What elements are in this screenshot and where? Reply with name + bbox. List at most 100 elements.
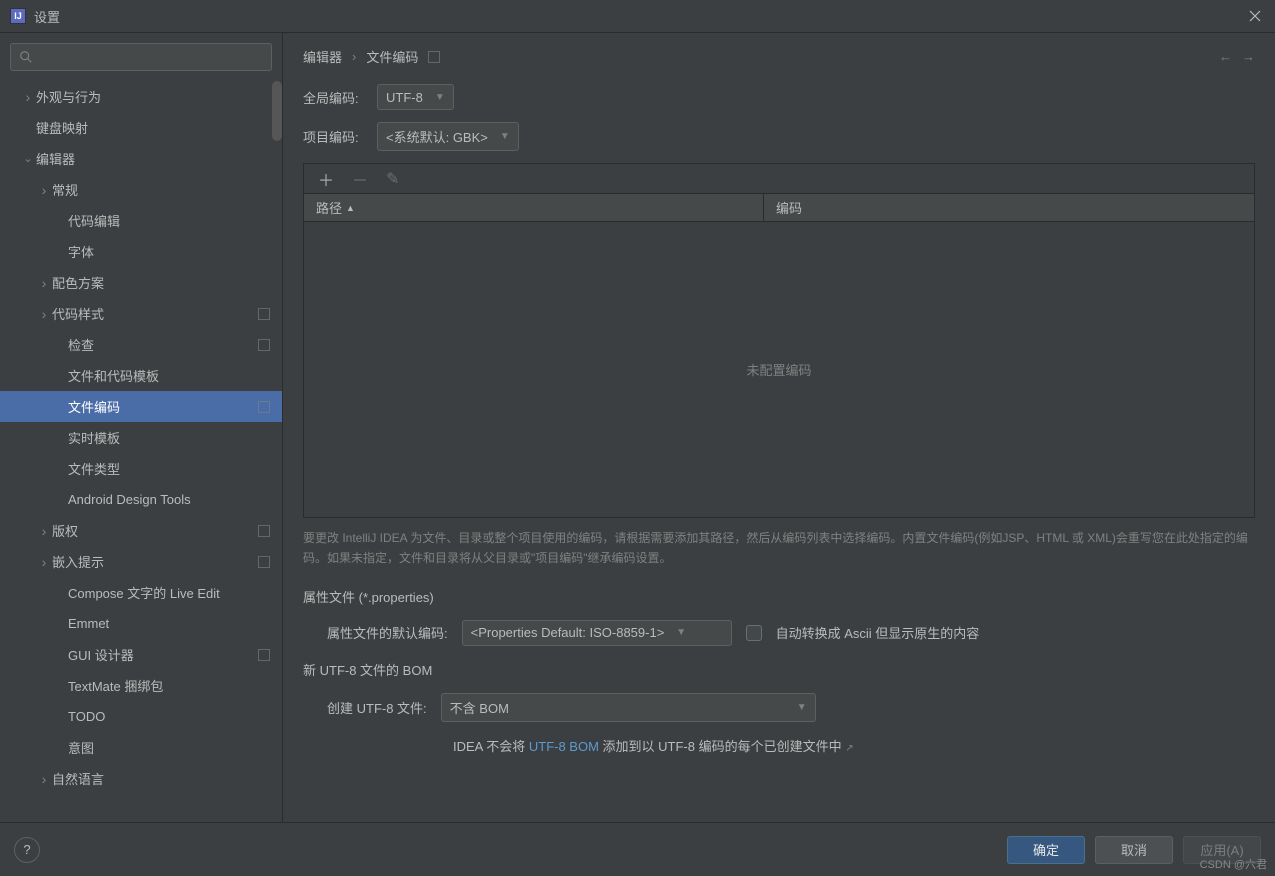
sidebar-item-label: 外观与行为	[36, 87, 101, 106]
help-button[interactable]: ?	[14, 837, 40, 863]
sort-asc-icon: ▲	[346, 203, 355, 213]
sidebar-item[interactable]: 文件编码	[0, 391, 282, 422]
bom-create-label: 创建 UTF-8 文件:	[327, 698, 427, 717]
chevron-icon	[36, 306, 52, 322]
content-panel: 编辑器 › 文件编码 ← → 全局编码: UTF-8 ▼ 项目编码: <系统默认…	[283, 33, 1275, 822]
chevron-right-icon: ›	[352, 49, 356, 64]
project-encoding-value: <系统默认: GBK>	[386, 127, 488, 146]
sidebar-item[interactable]: 代码样式	[0, 298, 282, 329]
sidebar-item-label: 文件类型	[68, 459, 120, 478]
sidebar-item-label: 嵌入提示	[52, 552, 104, 571]
project-scope-icon	[258, 308, 270, 320]
nav-forward-button[interactable]: →	[1242, 49, 1255, 64]
remove-button[interactable]: －	[352, 167, 368, 191]
breadcrumb: 编辑器 › 文件编码 ← →	[303, 47, 1255, 66]
external-link-icon: ↗	[845, 743, 853, 754]
sidebar-item[interactable]: Android Design Tools	[0, 484, 282, 515]
sidebar-item[interactable]: 配色方案	[0, 267, 282, 298]
project-encoding-combo[interactable]: <系统默认: GBK> ▼	[377, 122, 519, 151]
titlebar: IJ 设置	[0, 0, 1275, 32]
sidebar-item-label: Compose 文字的 Live Edit	[68, 583, 220, 602]
close-icon	[1249, 10, 1261, 22]
sidebar-item-label: TODO	[68, 709, 105, 724]
chevron-icon	[36, 275, 52, 291]
project-scope-icon	[258, 339, 270, 351]
chevron-icon	[20, 89, 36, 105]
project-encoding-label: 项目编码:	[303, 127, 363, 146]
chevron-icon	[36, 182, 52, 198]
encoding-table: ＋ － ✎ 路径 ▲ 编码 未配置编码	[303, 163, 1255, 518]
sidebar-item-label: Android Design Tools	[68, 492, 191, 507]
sidebar-item[interactable]: 文件和代码模板	[0, 360, 282, 391]
search-input[interactable]	[10, 43, 272, 71]
utf8-bom-link[interactable]: UTF-8 BOM	[529, 739, 599, 754]
breadcrumb-leaf: 文件编码	[366, 47, 418, 66]
sidebar-item-label: 键盘映射	[36, 118, 88, 137]
sidebar-item[interactable]: 外观与行为	[0, 81, 282, 112]
sidebar-item-label: 意图	[68, 738, 94, 757]
chevron-icon	[20, 152, 36, 165]
chevron-down-icon: ▼	[435, 92, 445, 103]
sidebar-item[interactable]: GUI 设计器	[0, 639, 282, 670]
sidebar-item-label: 自然语言	[52, 769, 104, 788]
sidebar-item-label: 实时模板	[68, 428, 120, 447]
close-button[interactable]	[1245, 6, 1265, 26]
sidebar-item[interactable]: 自然语言	[0, 763, 282, 794]
bom-hint: IDEA 不会将 UTF-8 BOM 添加到以 UTF-8 编码的每个已创建文件…	[453, 736, 854, 755]
app-icon: IJ	[10, 8, 26, 24]
breadcrumb-root[interactable]: 编辑器	[303, 47, 342, 66]
sidebar-item-label: 文件编码	[68, 397, 120, 416]
properties-section-title: 属性文件 (*.properties)	[303, 587, 1255, 606]
watermark: CSDN @六君	[1200, 856, 1267, 872]
settings-tree[interactable]: 外观与行为键盘映射编辑器常规代码编辑字体配色方案代码样式检查文件和代码模板文件编…	[0, 81, 282, 822]
sidebar: 外观与行为键盘映射编辑器常规代码编辑字体配色方案代码样式检查文件和代码模板文件编…	[0, 33, 283, 822]
global-encoding-combo[interactable]: UTF-8 ▼	[377, 84, 454, 110]
sidebar-item[interactable]: 嵌入提示	[0, 546, 282, 577]
cancel-button[interactable]: 取消	[1095, 836, 1173, 864]
sidebar-item[interactable]: 实时模板	[0, 422, 282, 453]
sidebar-item[interactable]: 编辑器	[0, 143, 282, 174]
sidebar-item-label: GUI 设计器	[68, 645, 134, 664]
sidebar-item-label: 检查	[68, 335, 94, 354]
chevron-icon	[36, 771, 52, 787]
sidebar-item[interactable]: 常规	[0, 174, 282, 205]
add-button[interactable]: ＋	[318, 167, 334, 191]
project-scope-icon	[258, 525, 270, 537]
help-hint: 要更改 IntelliJ IDEA 为文件、目录或整个项目使用的编码，请根据需要…	[303, 528, 1255, 569]
sidebar-item[interactable]: Emmet	[0, 608, 282, 639]
edit-button[interactable]: ✎	[386, 169, 399, 189]
table-empty-text: 未配置编码	[304, 222, 1254, 517]
sidebar-item[interactable]: 字体	[0, 236, 282, 267]
ascii-checkbox[interactable]	[746, 625, 762, 641]
sidebar-item[interactable]: TODO	[0, 701, 282, 732]
sidebar-item[interactable]: 意图	[0, 732, 282, 763]
chevron-down-icon: ▼	[676, 627, 686, 638]
nav-back-button[interactable]: ←	[1219, 49, 1232, 64]
column-encoding[interactable]: 编码	[764, 194, 1254, 221]
global-encoding-label: 全局编码:	[303, 88, 363, 107]
window-title: 设置	[34, 7, 60, 26]
bom-create-value: 不含 BOM	[450, 698, 509, 717]
sidebar-item[interactable]: 文件类型	[0, 453, 282, 484]
sidebar-item-label: 文件和代码模板	[68, 366, 159, 385]
sidebar-item[interactable]: 版权	[0, 515, 282, 546]
sidebar-item-label: Emmet	[68, 616, 109, 631]
project-scope-icon	[258, 401, 270, 413]
sidebar-item[interactable]: 键盘映射	[0, 112, 282, 143]
ok-button[interactable]: 确定	[1007, 836, 1085, 864]
sidebar-item[interactable]: 代码编辑	[0, 205, 282, 236]
bom-create-combo[interactable]: 不含 BOM ▼	[441, 693, 816, 722]
sidebar-item[interactable]: Compose 文字的 Live Edit	[0, 577, 282, 608]
sidebar-item[interactable]: TextMate 捆绑包	[0, 670, 282, 701]
sidebar-item[interactable]: 检查	[0, 329, 282, 360]
column-path[interactable]: 路径 ▲	[304, 194, 764, 221]
sidebar-item-label: 代码样式	[52, 304, 104, 323]
props-default-combo[interactable]: <Properties Default: ISO-8859-1> ▼	[462, 620, 732, 646]
sidebar-item-label: 配色方案	[52, 273, 104, 292]
props-default-value: <Properties Default: ISO-8859-1>	[471, 625, 665, 640]
scrollbar[interactable]	[272, 81, 282, 141]
sidebar-item-label: TextMate 捆绑包	[68, 676, 163, 695]
ascii-label: 自动转换成 Ascii 但显示原生的内容	[776, 623, 980, 642]
global-encoding-value: UTF-8	[386, 90, 423, 105]
sidebar-item-label: 代码编辑	[68, 211, 120, 230]
